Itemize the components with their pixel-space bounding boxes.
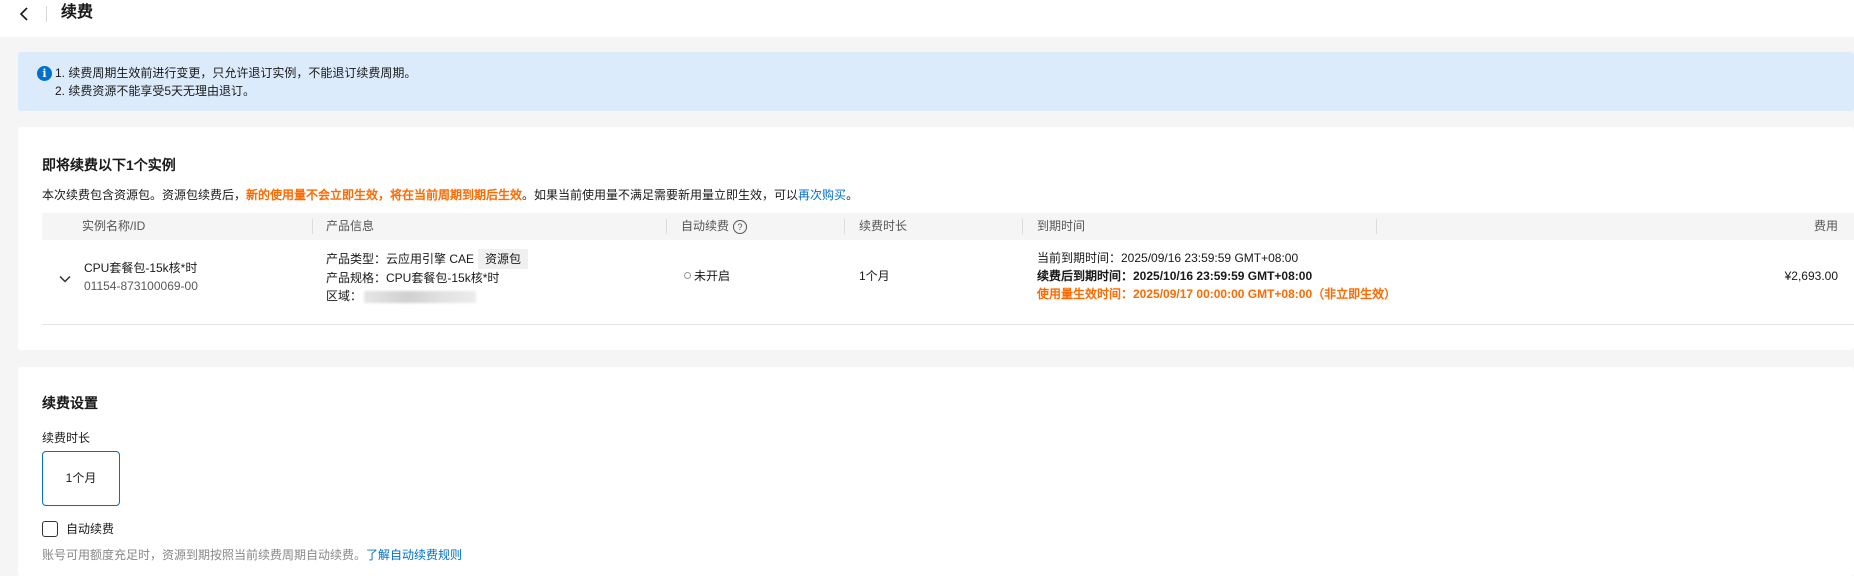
column-header-cost: 费用: [1813, 219, 1838, 233]
column-separator: [1022, 219, 1023, 234]
auto-renew-hint: 账号可用额度充足时，资源到期按照当前续费周期自动续费。了解自动续费规则: [42, 547, 462, 563]
divider: [46, 6, 47, 22]
column-header-name: 实例名称/ID: [82, 219, 146, 233]
instance-name-cell: CPU套餐包-15k核*时 01154-873100069-00: [84, 259, 198, 295]
column-separator: [666, 219, 667, 234]
rebuy-link[interactable]: 再次购买: [798, 188, 846, 202]
column-separator: [844, 219, 845, 234]
spec-label: 产品规格：: [326, 271, 387, 285]
effective-time: 使用量生效时间：2025/09/17 00:00:00 GMT+08:00（非立…: [1037, 287, 1397, 301]
region-label: 区域：: [326, 289, 363, 303]
instances-title: 即将续费以下1个实例: [42, 157, 176, 173]
renewal-settings-card: 续费设置 续费时长 1个月 自动续费 账号可用额度充足时，资源到期按照当前续费周…: [18, 367, 1854, 576]
product-spec-line: 产品规格：CPU套餐包-15k核*时: [326, 269, 528, 287]
instances-card: 即将续费以下1个实例 本次续费包含资源包。资源包续费后，新的使用量不会立即生效，…: [18, 127, 1854, 350]
auto-renew-checkbox[interactable]: [42, 521, 58, 537]
column-header-duration: 续费时长: [859, 219, 908, 233]
notice-banner: i 1. 续费周期生效前进行变更，只允许退订实例，不能退订续费周期。 2. 续费…: [18, 52, 1854, 111]
chevron-down-icon[interactable]: [58, 272, 72, 286]
product-type-line: 产品类型：云应用引擎 CAE 资源包: [326, 249, 529, 269]
product-type-label: 产品类型：: [326, 252, 387, 266]
notice-line-2: 2. 续费资源不能享受5天无理由退订。: [55, 84, 256, 98]
page-title: 续费: [61, 4, 94, 21]
column-header-auto-renew: 自动续费?: [681, 213, 748, 240]
duration-option-1-month[interactable]: 1个月: [42, 451, 120, 506]
current-expiry: 当前到期时间：2025/09/16 23:59:59 GMT+08:00: [1037, 251, 1299, 265]
info-icon: i: [37, 66, 52, 81]
column-header-product: 产品信息: [326, 219, 375, 233]
help-icon[interactable]: ?: [733, 219, 748, 234]
desc-middle: 。如果当前使用量不满足需要新用量立即生效，可以: [522, 188, 799, 202]
instances-description: 本次续费包含资源包。资源包续费后，新的使用量不会立即生效，将在当前周期到期后生效…: [42, 187, 858, 203]
region-line: 区域：: [326, 287, 528, 305]
product-info-cell: 产品类型：云应用引擎 CAE 资源包 产品规格：CPU套餐包-15k核*时 区域：: [326, 249, 529, 305]
new-expiry: 续费后到期时间：2025/10/16 23:59:59 GMT+08:00: [1037, 269, 1313, 283]
resource-package-tag: 资源包: [478, 249, 529, 269]
column-header-expiry: 到期时间: [1037, 219, 1086, 233]
auto-renew-cell: 未开启: [684, 267, 730, 285]
status-dot-icon: [684, 272, 691, 279]
auto-renew-label: 自动续费: [66, 522, 115, 536]
table-row: CPU套餐包-15k核*时 01154-873100069-00 产品类型：云应…: [42, 240, 1854, 325]
product-type: 云应用引擎 CAE: [386, 252, 475, 266]
desc-highlight: 新的使用量不会立即生效，将在当前周期到期后生效: [246, 188, 523, 202]
cost-cell: ¥2,693.00: [1784, 269, 1838, 283]
hint-text: 账号可用额度充足时，资源到期按照当前续费周期自动续费。: [42, 548, 367, 562]
duration-cell: 1个月: [859, 269, 890, 283]
notice-line-1: 1. 续费周期生效前进行变更，只允许退订实例，不能退订续费周期。: [55, 66, 417, 80]
instance-id: 01154-873100069-00: [84, 279, 198, 293]
desc-suffix: 。: [846, 188, 859, 202]
duration-label: 续费时长: [42, 431, 91, 445]
top-bar: 续费: [0, 0, 1854, 37]
spec-value: CPU套餐包-15k核*时: [386, 271, 500, 285]
column-separator: [1376, 219, 1377, 234]
instance-name: CPU套餐包-15k核*时: [84, 261, 198, 275]
auto-renew-status: 未开启: [694, 269, 731, 283]
back-arrow-icon[interactable]: [16, 5, 34, 23]
settings-title: 续费设置: [42, 395, 98, 411]
region-redacted: [364, 290, 477, 303]
auto-renew-rules-link[interactable]: 了解自动续费规则: [366, 548, 462, 562]
desc-prefix: 本次续费包含资源包。资源包续费后，: [42, 188, 247, 202]
table-header: 实例名称/ID 产品信息 自动续费? 续费时长 到期时间 费用: [42, 213, 1854, 240]
expiry-cell: 当前到期时间：2025/09/16 23:59:59 GMT+08:00 续费后…: [1037, 249, 1396, 303]
auto-renew-header-label: 自动续费: [681, 219, 730, 233]
column-separator: [312, 219, 313, 234]
